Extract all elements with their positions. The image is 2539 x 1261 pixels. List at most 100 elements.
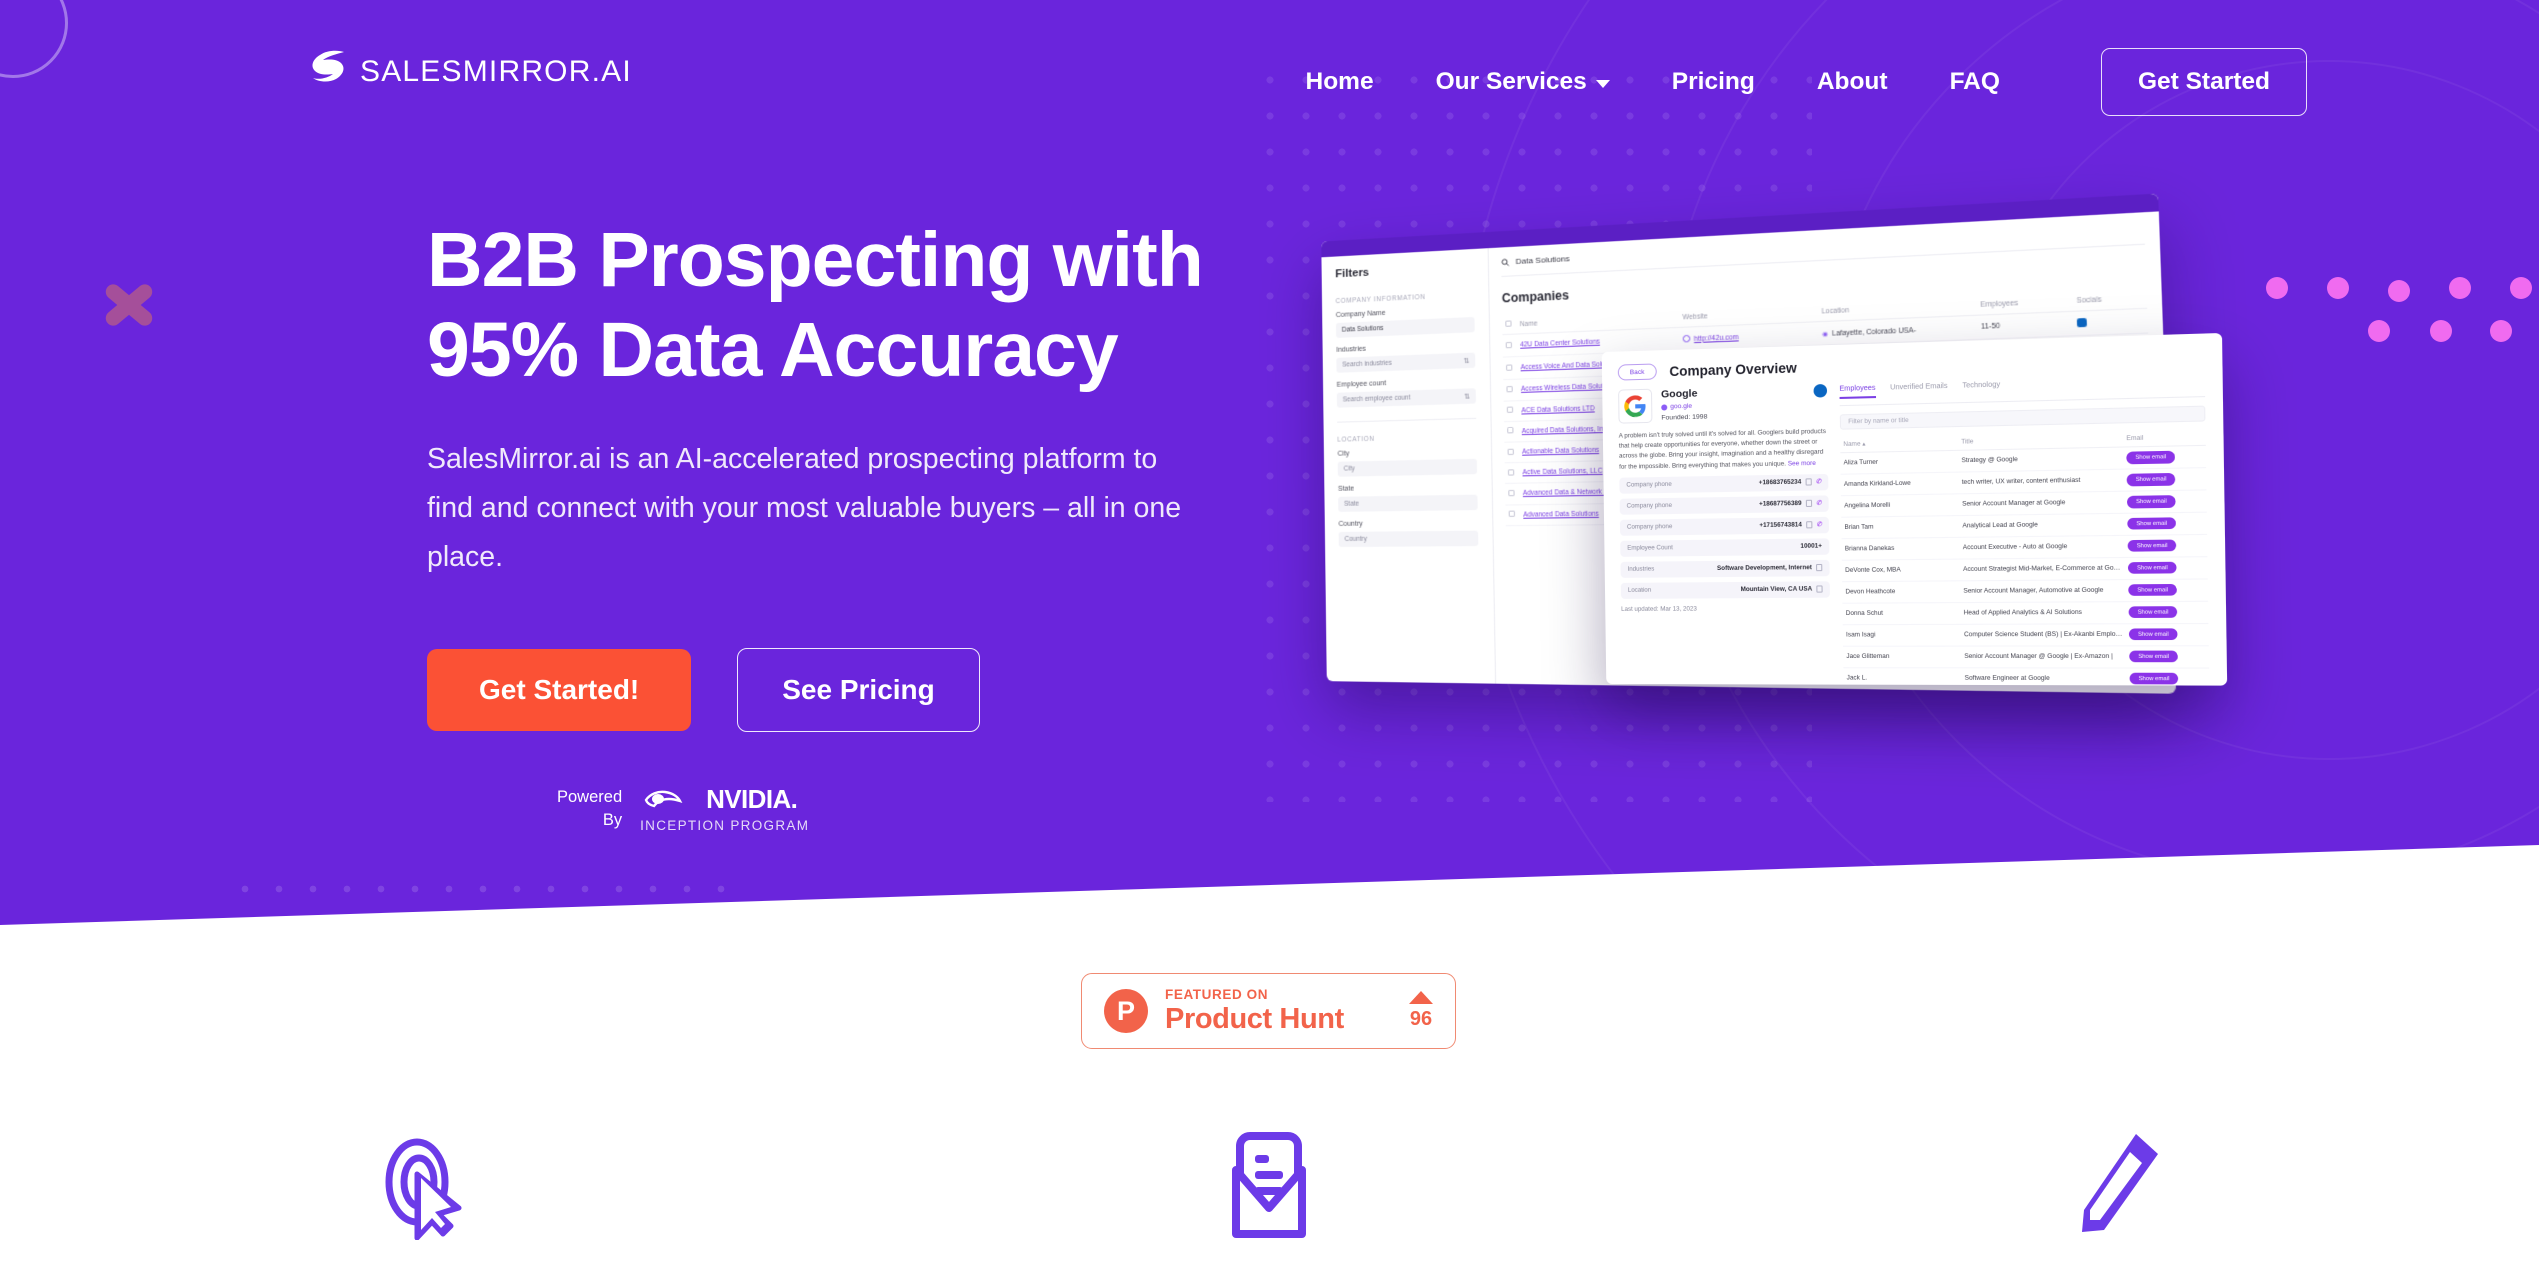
copy-icon[interactable] xyxy=(1805,500,1812,508)
tab-unverified-emails[interactable]: Unverified Emails xyxy=(1890,383,1948,398)
table-row[interactable]: Donna Schut Head of Applied Analytics & A… xyxy=(1842,601,2209,625)
row-checkbox[interactable] xyxy=(1505,341,1512,348)
detail-row: Location Mountain View, CA USA xyxy=(1620,581,1830,599)
copy-icon[interactable] xyxy=(1805,521,1813,529)
cell-emp-name: Brian Tam xyxy=(1841,515,1960,539)
filters-group-company: COMPANY INFORMATION xyxy=(1335,293,1426,306)
cell-social[interactable] xyxy=(2073,308,2149,337)
row-checkbox[interactable] xyxy=(1508,510,1515,517)
features-icon-row xyxy=(0,1130,2539,1240)
cell-emp-title: Senior Account Manager at Google xyxy=(1958,491,2125,516)
show-email-button[interactable]: Show email xyxy=(2126,473,2176,486)
cell-emp-title: tech writer, UX writer, content enthusia… xyxy=(1958,469,2124,494)
table-row[interactable]: Devon Heathcote Senior Account Manager, A… xyxy=(1842,578,2209,603)
copy-icon[interactable] xyxy=(1816,564,1823,572)
row-checkbox[interactable] xyxy=(1506,385,1513,393)
product-hunt-upvote[interactable]: 96 xyxy=(1409,991,1433,1031)
cell-emp-email: Show email xyxy=(2125,578,2209,602)
row-checkbox[interactable] xyxy=(1507,427,1514,434)
nav-item-our-services[interactable]: Our Services xyxy=(1405,68,1641,96)
table-row[interactable]: Jack L. Software Engineer at Google Show e… xyxy=(1843,667,2210,686)
nvidia-inception-badge: Powered By NVIDIA. INCEPTION PROGRAM xyxy=(557,784,1307,833)
show-email-button[interactable]: Show email xyxy=(2128,561,2177,575)
headline-line-1: B2B Prospecting with xyxy=(427,217,1204,303)
employee-filter-input[interactable]: Filter by name or title xyxy=(1839,405,2206,430)
row-checkbox-cell[interactable] xyxy=(1504,441,1520,463)
table-row[interactable]: Jace Glitteman Senior Account Manager @ G… xyxy=(1843,645,2210,668)
back-button[interactable]: Back xyxy=(1617,363,1657,381)
phone-icon[interactable]: ✆ xyxy=(1816,521,1821,528)
headline-line-2: 95% Data Accuracy xyxy=(427,307,1119,394)
show-email-button[interactable]: Show email xyxy=(2127,495,2176,509)
product-hunt-badge[interactable]: P FEATURED ON Product Hunt 96 xyxy=(1081,973,1456,1049)
logo[interactable]: SALESMIRROR.AI xyxy=(308,50,632,94)
row-checkbox-cell[interactable] xyxy=(1502,356,1518,381)
filter-label: City xyxy=(1337,450,1350,458)
nvidia-eye-icon xyxy=(644,790,683,808)
phone-icon[interactable]: ✆ xyxy=(1816,500,1821,507)
cell-emp-title: Account Executive - Auto at Google xyxy=(1959,535,2125,559)
row-checkbox-cell[interactable] xyxy=(1502,334,1518,358)
show-email-button[interactable]: Show email xyxy=(2129,672,2179,685)
row-checkbox[interactable] xyxy=(1506,364,1513,371)
linkedin-icon[interactable] xyxy=(1813,383,1828,398)
detail-row: Company phone +18683765234 ✆ xyxy=(1619,473,1829,494)
select-all-checkbox[interactable] xyxy=(1505,320,1512,327)
row-checkbox-cell[interactable] xyxy=(1505,483,1520,505)
state-input[interactable]: State xyxy=(1338,494,1478,512)
hero-copy: B2B Prospecting with 95% Data Accuracy S… xyxy=(427,215,1307,833)
country-input[interactable]: Country xyxy=(1338,530,1479,548)
row-checkbox-cell[interactable] xyxy=(1505,504,1521,526)
nvidia-program-label: INCEPTION PROGRAM xyxy=(640,818,810,834)
show-email-button[interactable]: Show email xyxy=(2129,628,2178,641)
employee-count-input[interactable]: Search employee count ⇅ xyxy=(1336,388,1476,408)
employees-table: Name ▴ Title Email Aliza Turner Strategy … xyxy=(1840,428,2210,686)
col-emp-email: Email xyxy=(2122,428,2206,448)
show-email-button[interactable]: Show email xyxy=(2128,584,2177,597)
show-email-button[interactable]: Show email xyxy=(2129,650,2178,663)
nav-item-faq[interactable]: FAQ xyxy=(1919,68,2031,96)
row-checkbox[interactable] xyxy=(1507,469,1515,476)
nav-item-pricing[interactable]: Pricing xyxy=(1641,68,1786,96)
copy-icon[interactable] xyxy=(1805,478,1812,486)
nav-item-label: Pricing xyxy=(1671,68,1755,95)
see-pricing-button[interactable]: See Pricing xyxy=(737,648,980,733)
show-email-button[interactable]: Show email xyxy=(2126,451,2176,464)
tab-employees[interactable]: Employees xyxy=(1839,384,1876,399)
see-more-link[interactable]: See more xyxy=(1788,459,1816,467)
table-row[interactable]: Isam Isagi Computer Science Student (BS) … xyxy=(1842,623,2209,646)
company-website-link[interactable]: goo.gle xyxy=(1661,400,1804,411)
pink-dot xyxy=(2430,320,2452,342)
product-hunt-texts: FEATURED ON Product Hunt xyxy=(1165,987,1392,1036)
tab-technology[interactable]: Technology xyxy=(1962,381,2000,395)
cell-emp-title: Account Strategist Mid-Market, E-Commerc… xyxy=(1959,557,2126,581)
pink-dot xyxy=(2449,277,2471,299)
row-checkbox-cell[interactable] xyxy=(1503,379,1519,401)
row-checkbox-cell[interactable] xyxy=(1503,400,1519,422)
pink-dot xyxy=(2490,320,2512,342)
row-checkbox[interactable] xyxy=(1507,448,1514,455)
overview-left-panel: Google goo.gle Founded: 1998 A problem i… xyxy=(1618,383,1831,664)
show-email-button[interactable]: Show email xyxy=(2127,539,2177,553)
city-input[interactable]: City xyxy=(1337,458,1478,477)
copy-icon[interactable] xyxy=(1816,585,1823,593)
row-checkbox[interactable] xyxy=(1508,489,1515,497)
cell-emp-email: Show email xyxy=(2124,534,2208,558)
show-email-button[interactable]: Show email xyxy=(2127,517,2177,531)
show-email-button[interactable]: Show email xyxy=(2128,606,2178,619)
stepper-icon: ⇅ xyxy=(1463,357,1470,365)
phone-icon[interactable]: ✆ xyxy=(1816,478,1821,485)
get-started-nav-button[interactable]: Get Started xyxy=(2100,48,2307,116)
nav-item-about[interactable]: About xyxy=(1786,68,1919,96)
company-name-input[interactable]: Data Solutions xyxy=(1335,316,1475,338)
row-checkbox-cell[interactable] xyxy=(1503,421,1519,443)
nav-item-home[interactable]: Home xyxy=(1275,68,1405,96)
linkedin-icon[interactable] xyxy=(2076,317,2088,327)
industries-input[interactable]: Search industries ⇅ xyxy=(1336,352,1476,373)
table-row[interactable]: DeVonte Cox, MBA Account Strategist Mid-M… xyxy=(1841,556,2208,582)
get-started-button[interactable]: Get Started! xyxy=(427,649,692,732)
row-checkbox-cell[interactable] xyxy=(1504,462,1520,484)
cell-emp-name: Jack L. xyxy=(1843,667,1962,686)
row-checkbox[interactable] xyxy=(1506,406,1514,414)
cell-emp-email: Show email xyxy=(2126,667,2210,686)
